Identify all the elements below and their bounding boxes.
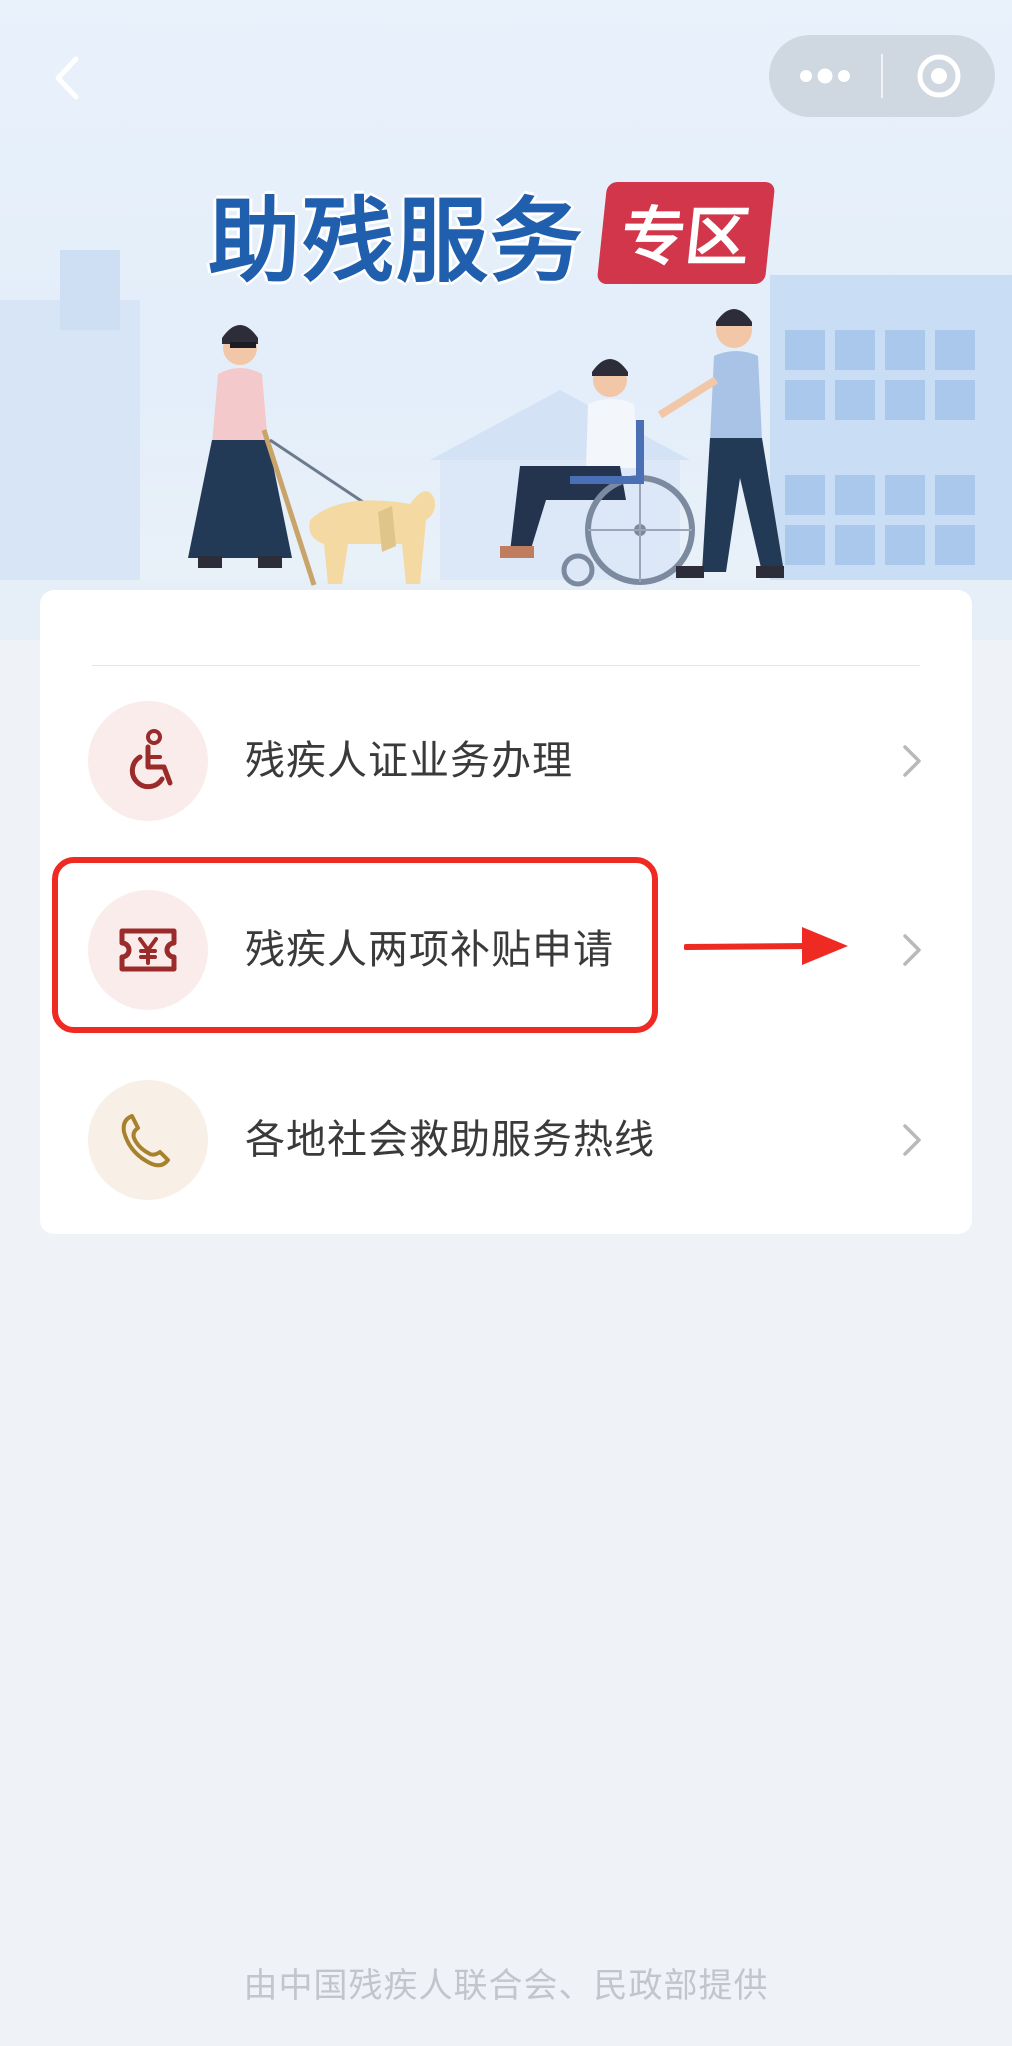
chevron-right-icon	[903, 934, 921, 966]
target-circle-icon	[917, 54, 961, 98]
card-divider	[92, 665, 920, 666]
annotation-arrow-icon	[684, 927, 848, 965]
icon-badge	[88, 1080, 208, 1200]
footer-credit: 由中国残疾人联合会、民政部提供	[243, 1966, 769, 2006]
close-miniprogram-button[interactable]	[883, 35, 995, 117]
woman-with-guide-dog	[188, 325, 435, 586]
hero-title: 助残服务 专区	[208, 178, 776, 295]
hero-banner: 助残服务 专区	[0, 0, 1012, 640]
chevron-right-icon	[903, 745, 921, 777]
menu-item-disability-certificate[interactable]: 残疾人证业务办理	[40, 686, 972, 836]
hero-title-main: 助残服务	[208, 187, 585, 295]
annotation-highlight-box	[52, 857, 658, 1033]
icon-badge	[88, 701, 208, 821]
menu-item-label: 各地社会救助服务热线	[245, 1117, 655, 1163]
more-dots-icon	[800, 68, 850, 84]
hero-title-tag: 专区	[596, 182, 776, 284]
menu-item-assistance-hotline[interactable]: 各地社会救助服务热线	[40, 1065, 972, 1215]
phone-icon	[121, 1114, 170, 1168]
back-button[interactable]	[44, 50, 88, 106]
miniprogram-capsule	[769, 35, 995, 117]
chevron-right-icon	[903, 1124, 921, 1156]
wheelchair-icon	[129, 729, 173, 790]
menu-item-label: 残疾人证业务办理	[245, 738, 573, 784]
more-menu-button[interactable]	[769, 35, 881, 117]
chevron-left-icon	[55, 56, 79, 100]
